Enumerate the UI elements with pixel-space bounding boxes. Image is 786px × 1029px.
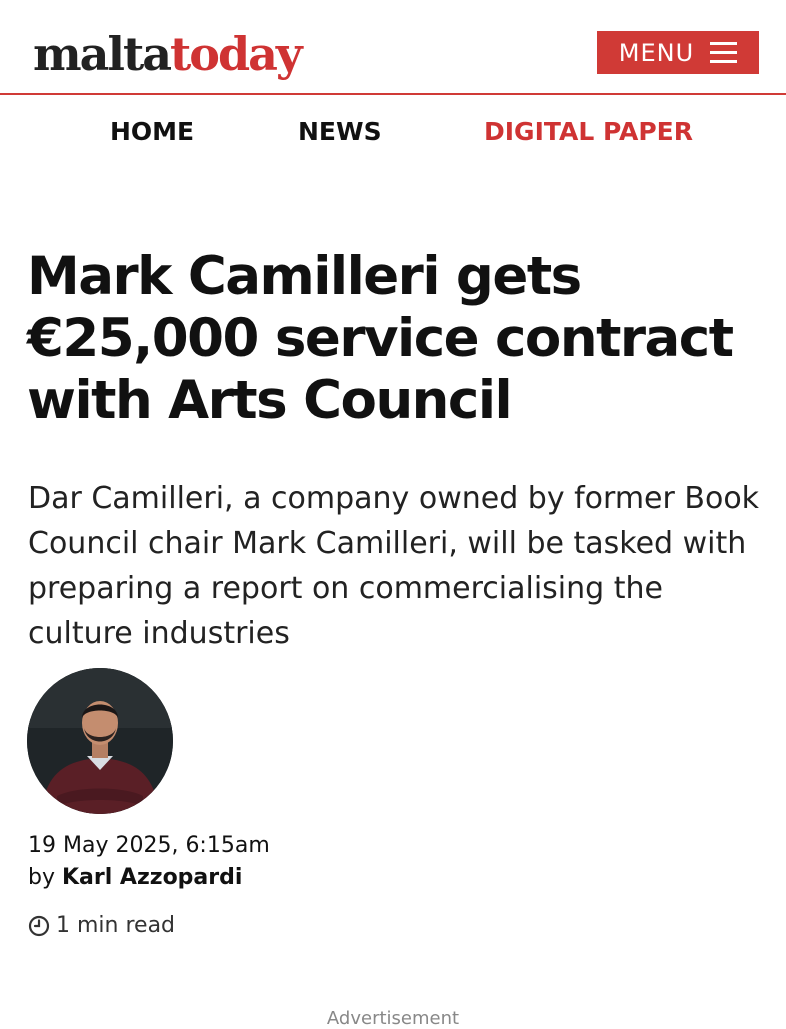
author-photo: [27, 668, 173, 814]
hamburger-icon: [710, 42, 738, 63]
menu-button[interactable]: MENU: [597, 31, 759, 74]
nav-news[interactable]: NEWS: [298, 117, 382, 146]
read-time: 1 min read: [28, 913, 175, 938]
publish-date: 19 May 2025, 6:15am: [28, 833, 270, 858]
clock-icon: [28, 915, 50, 936]
author-avatar[interactable]: [27, 668, 173, 814]
byline: by Karl Azzopardi: [28, 865, 242, 890]
nav-digital-paper[interactable]: DIGITAL PAPER: [484, 117, 693, 146]
site-logo[interactable]: maltatoday: [33, 26, 303, 82]
logo-today: today: [170, 27, 303, 81]
logo-malta: malta: [33, 27, 172, 81]
menu-label: MENU: [618, 38, 695, 67]
article-standfirst: Dar Camilleri, a company owned by former…: [28, 481, 760, 651]
site-header: maltatoday MENU: [0, 0, 786, 95]
advertisement-label: Advertisement: [326, 1008, 460, 1029]
byline-prefix: by: [28, 865, 55, 890]
read-time-label: 1 min read: [56, 913, 176, 938]
nav-home[interactable]: HOME: [110, 117, 194, 146]
article-headline: Mark Camilleri gets €25,000 service cont…: [27, 246, 734, 431]
author-name[interactable]: Karl Azzopardi: [62, 865, 242, 890]
